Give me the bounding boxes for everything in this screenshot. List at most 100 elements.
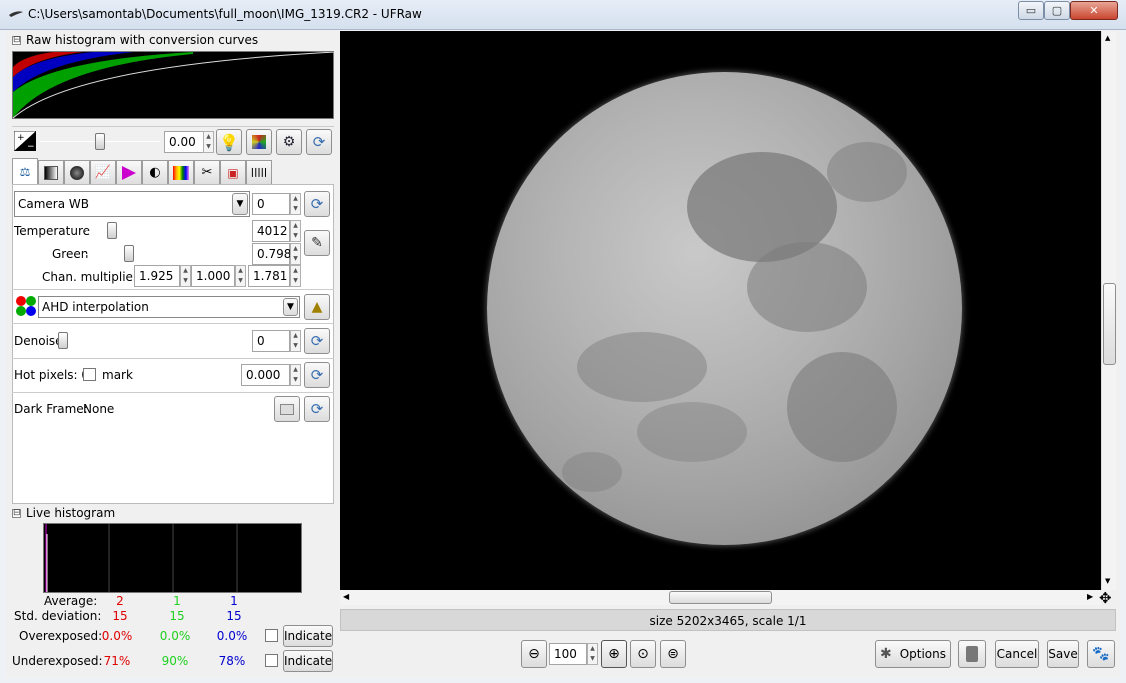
scroll-left-icon[interactable]: ◀ [343,592,349,601]
mult-green-input[interactable]: 1.000 [191,265,235,287]
image-preview[interactable] [340,31,1101,590]
divider [12,289,334,290]
close-icon: ✕ [1089,4,1099,17]
clip-settings-button[interactable]: ⚙ [276,129,302,155]
wb-preset-select[interactable]: Camera WB ▼ [14,191,250,217]
hot-pixels-input[interactable]: 0.000 [241,364,290,386]
green-input[interactable]: 0.798 [252,243,291,265]
zoom-fit-button[interactable]: ⊙ [630,640,656,668]
cancel-button[interactable]: Cancel [995,640,1039,668]
std-deviation-label: Std. deviation: [14,609,102,623]
denoise-reset-button[interactable]: ⟳ [304,328,330,354]
send-to-gimp-button[interactable]: 🐾 [1087,640,1115,668]
color-grid-icon [252,135,266,149]
smoothing-button[interactable]: ▲ [304,294,330,320]
exposure-icon: +− [14,131,36,151]
temperature-slider-thumb[interactable] [107,222,117,239]
tab-lightness[interactable] [168,160,194,184]
zoom-arrows[interactable]: ▲ ▼ [587,643,598,665]
horizontal-scroll-thumb[interactable] [669,591,772,604]
chevron-down-icon[interactable]: ▼ [283,298,298,316]
horizontal-scrollbar[interactable]: ◀ ▶ [340,590,1101,605]
green-arrows[interactable]: ▲ ▼ [290,243,301,265]
mult-blue-input[interactable]: 1.781 [248,265,290,287]
hot-pixels-reset-button[interactable]: ⟳ [304,362,330,388]
denoise-slider-track[interactable] [58,341,248,342]
exposure-reset-button[interactable]: ⟳ [306,129,332,155]
exposure-slider-thumb[interactable] [95,133,105,150]
denoise-slider-thumb[interactable] [58,332,68,349]
exposure-spin-arrows[interactable]: ▲ ▼ [203,131,214,153]
scroll-right-icon[interactable]: ▶ [1087,592,1093,601]
temperature-label: Temperature [14,224,91,238]
std-green: 15 [169,609,185,623]
restore-details-button[interactable] [246,129,272,155]
vertical-scroll-thumb[interactable] [1103,283,1116,365]
indicate-overexposed-button[interactable]: Indicate [283,625,333,647]
mult-green-arrows[interactable]: ▲ ▼ [235,265,246,287]
divider [12,358,334,359]
trash-icon [966,646,978,662]
raw-histogram-header[interactable]: ⊟ Raw histogram with conversion curves [12,33,258,47]
interpolation-select[interactable]: AHD interpolation ▼ [38,296,300,318]
wb-preset-value: Camera WB [18,197,90,211]
mult-red-arrows[interactable]: ▲ ▼ [180,265,191,287]
color-triangle-icon [122,165,136,180]
save-button[interactable]: Save [1047,640,1079,668]
raw-histogram-label: Raw histogram with conversion curves [26,33,259,47]
indicate-underexposed-button[interactable]: Indicate [283,650,333,672]
wb-reset-button[interactable]: ⟳ [304,191,330,217]
temperature-arrows[interactable]: ▲ ▼ [290,220,301,242]
tab-corrections[interactable]: ◐ [142,160,168,184]
temperature-input[interactable]: 4012 [252,220,290,242]
zoom-out-button[interactable]: ⊖ [521,640,547,668]
exif-icon: ||||| [250,167,268,178]
interpolation-value: AHD interpolation [42,300,149,314]
denoise-arrows[interactable]: ▲ ▼ [290,330,301,352]
broom-icon: ▲ [311,299,323,315]
hot-pixels-arrows[interactable]: ▲ ▼ [290,364,301,386]
chevron-down-icon[interactable]: ▼ [232,193,248,215]
average-red: 2 [116,594,124,608]
mult-blue-arrows[interactable]: ▲ ▼ [290,265,301,287]
overexposed-checkbox[interactable] [265,629,278,642]
wb-finetune-input[interactable]: 0 [252,193,290,215]
tab-color-management[interactable] [116,160,142,184]
dark-frame-reset-button[interactable]: ⟳ [304,396,330,422]
wb-finetune-arrows[interactable]: ▲ ▼ [290,193,301,215]
delete-button[interactable] [958,640,986,668]
tab-base-curve[interactable]: 📈 [90,160,116,184]
mult-red-input[interactable]: 1.925 [134,265,180,287]
exposure-input[interactable]: 0.00 [164,131,204,153]
tab-exif[interactable]: ||||| [246,160,272,184]
denoise-input[interactable]: 0 [252,330,290,352]
zoom-100-button[interactable]: ⊜ [660,640,686,668]
spot-wb-button[interactable]: ✎ [304,230,330,256]
tab-crop[interactable]: ✂ [194,160,220,184]
zoom-in-icon: ⊕ [608,646,620,662]
mark-checkbox[interactable] [83,368,96,381]
underexposed-checkbox[interactable] [265,654,278,667]
tab-lens[interactable] [64,160,90,184]
live-histogram-header[interactable]: ⊟ Live histogram [12,506,115,520]
tab-grayscale[interactable] [38,160,64,184]
zoom-input[interactable]: 100 [549,643,587,665]
tab-white-balance[interactable]: ⚖ [12,158,38,184]
green-slider-thumb[interactable] [124,245,134,262]
close-button[interactable]: ✕ [1070,1,1118,20]
minimize-button[interactable]: ▭ [1018,1,1044,20]
vertical-scrollbar[interactable]: ▲ ▼ [1101,31,1116,590]
scroll-down-icon[interactable]: ▼ [1105,577,1110,585]
green-slider-track[interactable] [86,254,248,255]
auto-exposure-button[interactable]: 💡 [216,129,242,155]
zoom-in-button[interactable]: ⊕ [601,640,627,668]
load-dark-frame-button[interactable] [274,396,300,422]
folder-icon [280,403,294,415]
raw-histogram-curves [12,51,336,119]
scroll-up-icon[interactable]: ▲ [1105,34,1110,42]
options-button[interactable]: ✱ Options [875,640,951,668]
pan-icon[interactable]: ✥ [1099,589,1112,607]
maximize-button[interactable]: ▢ [1044,1,1070,20]
tab-save[interactable]: ▣ [220,160,246,184]
green-label: Green [52,247,89,261]
